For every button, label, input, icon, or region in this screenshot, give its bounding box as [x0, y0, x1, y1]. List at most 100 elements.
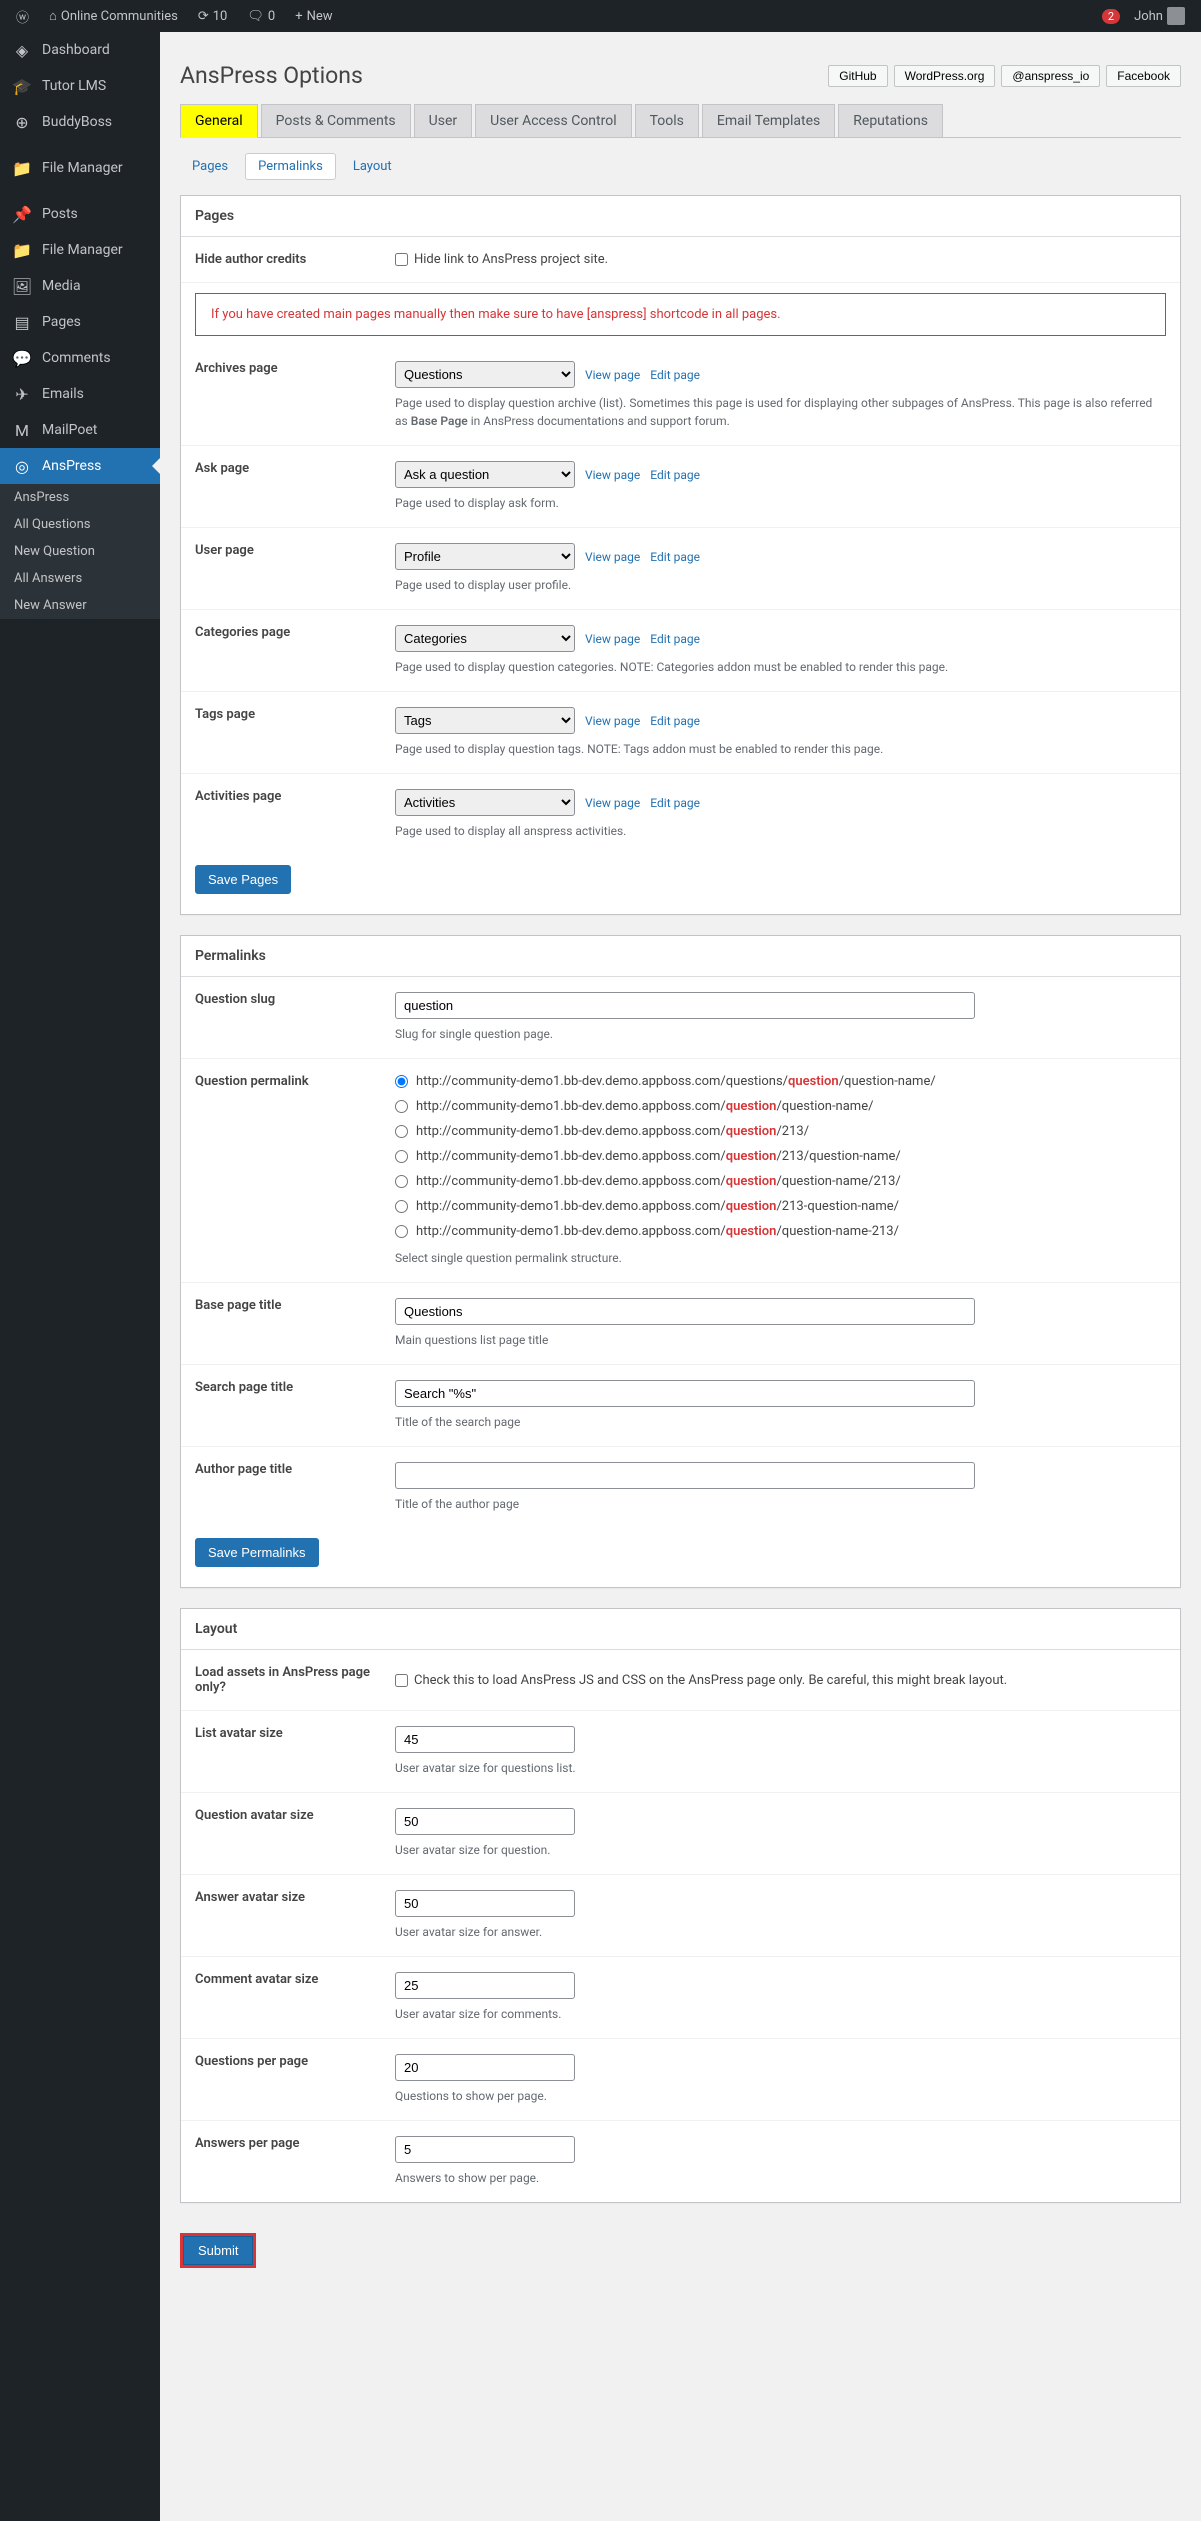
permalink-radio-6[interactable] — [395, 1225, 408, 1238]
user-page-desc: Page used to display user profile. — [395, 576, 1166, 594]
ask-view-page[interactable]: View page — [585, 468, 640, 482]
load-assets-checkbox[interactable] — [395, 1674, 408, 1687]
tags-view-page[interactable]: View page — [585, 714, 640, 728]
activities-edit-page[interactable]: Edit page — [650, 796, 700, 810]
new-content[interactable]: + New — [289, 9, 338, 24]
permalink-radio-5[interactable] — [395, 1200, 408, 1213]
menu-icon: 🎓 — [12, 76, 32, 96]
menu-icon: M — [12, 420, 32, 440]
permalink-radio-4[interactable] — [395, 1175, 408, 1188]
save-permalinks-button[interactable]: Save Permalinks — [195, 1538, 319, 1567]
submenu-anspress[interactable]: AnsPress — [0, 484, 160, 511]
questions-per-page-label: Questions per page — [195, 2054, 395, 2105]
subtab-permalinks[interactable]: Permalinks — [245, 153, 336, 180]
comments-count[interactable]: 🗨 0 — [241, 9, 281, 24]
updates[interactable]: ⟳ 10 — [192, 9, 234, 24]
permalink-label-4: http://community-demo1.bb-dev.demo.appbo… — [416, 1174, 901, 1189]
activities-page-label: Activities page — [195, 789, 395, 840]
sidebar-item-file-manager[interactable]: 📁File Manager — [0, 150, 160, 186]
sidebar-item-tutor-lms[interactable]: 🎓Tutor LMS — [0, 68, 160, 104]
list-avatar-desc: User avatar size for questions list. — [395, 1759, 1166, 1777]
question-slug-input[interactable] — [395, 992, 975, 1019]
search-page-title-input[interactable] — [395, 1380, 975, 1407]
subtab-layout[interactable]: Layout — [341, 154, 404, 179]
archives-page-select[interactable]: Questions — [395, 361, 575, 388]
question-avatar-input[interactable] — [395, 1808, 575, 1835]
menu-label: File Manager — [42, 242, 123, 258]
sidebar-item-comments[interactable]: 💬Comments — [0, 340, 160, 376]
sidebar-item-posts[interactable]: 📌Posts — [0, 196, 160, 232]
menu-label: Posts — [42, 206, 78, 222]
header-link-anspressio[interactable]: @anspress_io — [1001, 65, 1100, 87]
sidebar-item-pages[interactable]: ▤Pages — [0, 304, 160, 340]
sidebar-item-dashboard[interactable]: ◈Dashboard — [0, 32, 160, 68]
sidebar-item-file-manager[interactable]: 📁 File Manager — [0, 232, 160, 268]
comment-avatar-input[interactable] — [395, 1972, 575, 1999]
hide-author-checkbox[interactable] — [395, 253, 408, 266]
user-page-select[interactable]: Profile — [395, 543, 575, 570]
tab-tools[interactable]: Tools — [635, 104, 699, 138]
permalink-label-1: http://community-demo1.bb-dev.demo.appbo… — [416, 1099, 873, 1114]
user-badge: 2 — [1102, 9, 1120, 24]
tags-edit-page[interactable]: Edit page — [650, 714, 700, 728]
ask-edit-page[interactable]: Edit page — [650, 468, 700, 482]
permalink-radio-1[interactable] — [395, 1100, 408, 1113]
sidebar-item-emails[interactable]: ✈Emails — [0, 376, 160, 412]
sidebar-item-buddyboss[interactable]: ⊕BuddyBoss — [0, 104, 160, 140]
header-link-github[interactable]: GitHub — [828, 65, 887, 87]
ask-page-select[interactable]: Ask a question — [395, 461, 575, 488]
tags-page-select[interactable]: Tags — [395, 707, 575, 734]
list-avatar-input[interactable] — [395, 1726, 575, 1753]
categories-page-select[interactable]: Categories — [395, 625, 575, 652]
tab-user[interactable]: User — [414, 104, 472, 138]
author-page-title-input[interactable] — [395, 1462, 975, 1489]
header-link-wordpressorg[interactable]: WordPress.org — [894, 65, 996, 87]
sidebar-item-anspress[interactable]: ◎AnsPress — [0, 448, 160, 484]
submenu-new-answer[interactable]: New Answer — [0, 592, 160, 619]
menu-icon: 📁 — [12, 158, 32, 178]
answers-per-page-input[interactable] — [395, 2136, 575, 2163]
admin-sidebar: ◈Dashboard🎓Tutor LMS⊕BuddyBoss 📁 File Mana… — [0, 32, 160, 2521]
permalink-radio-2[interactable] — [395, 1125, 408, 1138]
tab-reputations[interactable]: Reputations — [838, 104, 943, 138]
activities-page-select[interactable]: Activities — [395, 789, 575, 816]
header-link-facebook[interactable]: Facebook — [1106, 65, 1181, 87]
permalink-label-3: http://community-demo1.bb-dev.demo.appbo… — [416, 1149, 901, 1164]
question-avatar-label: Question avatar size — [195, 1808, 395, 1859]
menu-label: MailPoet — [42, 422, 97, 438]
menu-icon: 📁 — [12, 240, 32, 260]
permalink-radio-3[interactable] — [395, 1150, 408, 1163]
permalink-radio-0[interactable] — [395, 1075, 408, 1088]
answer-avatar-input[interactable] — [395, 1890, 575, 1917]
submit-button[interactable]: Submit — [183, 2236, 253, 2265]
user-edit-page[interactable]: Edit page — [650, 550, 700, 564]
categories-view-page[interactable]: View page — [585, 632, 640, 646]
user-view-page[interactable]: View page — [585, 550, 640, 564]
hide-author-desc: Hide link to AnsPress project site. — [414, 252, 608, 267]
sidebar-item-media[interactable]: 🖼Media — [0, 268, 160, 304]
site-name[interactable]: ⌂ Online Communities — [43, 8, 184, 24]
my-account[interactable]: John — [1128, 7, 1191, 25]
base-page-title-input[interactable] — [395, 1298, 975, 1325]
save-pages-button[interactable]: Save Pages — [195, 865, 291, 894]
submenu-all-answers[interactable]: All Answers — [0, 565, 160, 592]
author-page-title-desc: Title of the author page — [395, 1495, 1166, 1513]
search-page-title-label: Search page title — [195, 1380, 395, 1431]
tab-user-access-control[interactable]: User Access Control — [475, 104, 632, 138]
submenu-all-questions[interactable]: All Questions — [0, 511, 160, 538]
archives-edit-page[interactable]: Edit page — [650, 368, 700, 382]
questions-per-page-input[interactable] — [395, 2054, 575, 2081]
menu-label: Dashboard — [42, 42, 110, 58]
tab-email-templates[interactable]: Email Templates — [702, 104, 835, 138]
submenu-new-question[interactable]: New Question — [0, 538, 160, 565]
tab-posts---comments[interactable]: Posts & Comments — [261, 104, 411, 138]
questions-per-page-desc: Questions to show per page. — [395, 2087, 1166, 2105]
archives-view-page[interactable]: View page — [585, 368, 640, 382]
wp-logo[interactable]: ⓦ — [10, 7, 35, 26]
tab-general[interactable]: General — [180, 104, 258, 138]
subtab-pages[interactable]: Pages — [180, 154, 240, 179]
categories-edit-page[interactable]: Edit page — [650, 632, 700, 646]
activities-view-page[interactable]: View page — [585, 796, 640, 810]
sidebar-item-mailpoet[interactable]: M MailPoet — [0, 412, 160, 448]
permalink-label-2: http://community-demo1.bb-dev.demo.appbo… — [416, 1124, 809, 1139]
